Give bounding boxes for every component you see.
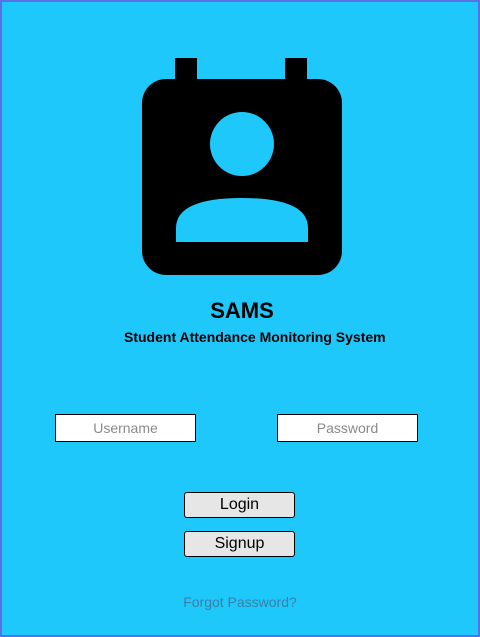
app-title: SAMS — [210, 298, 274, 323]
username-field[interactable] — [55, 414, 196, 442]
signup-button[interactable]: Signup — [184, 531, 295, 557]
login-screen: SAMS Student Attendance Monitoring Syste… — [0, 0, 480, 637]
forgot-password-link[interactable]: Forgot Password? — [2, 594, 478, 610]
login-button[interactable]: Login — [184, 492, 295, 518]
password-field[interactable] — [277, 414, 418, 442]
app-subtitle: Student Attendance Monitoring System — [124, 329, 386, 345]
contact-calendar-icon — [142, 58, 342, 275]
